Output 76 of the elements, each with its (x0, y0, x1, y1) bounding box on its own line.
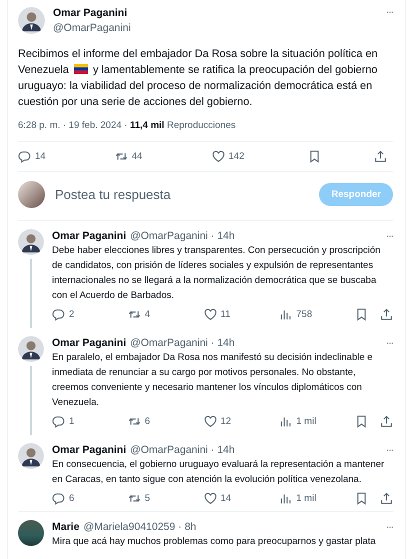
views-button[interactable]: 1 mil (279, 415, 355, 428)
flag-icon (74, 64, 88, 74)
bookmark-icon (355, 415, 368, 428)
bar-chart-icon (279, 308, 292, 321)
repost-arrows-icon (114, 150, 128, 163)
repost-arrows-icon (128, 492, 141, 505)
more-options-button[interactable]: ··· (386, 444, 393, 456)
reply-button[interactable]: 6 (52, 492, 128, 505)
share-button[interactable] (380, 492, 393, 505)
author-handle[interactable]: @OmarPaganini · 14h (130, 444, 235, 456)
like-button[interactable]: 12 (204, 415, 280, 428)
user-avatar-photo (18, 181, 45, 208)
repost-arrows-icon (128, 415, 141, 428)
bookmark-icon (355, 308, 368, 321)
bookmark-button[interactable] (308, 150, 322, 163)
reply-text: En paralelo, el embajador Da Rosa nos manifestó su decisión indeclinable e inmediata de renunciar a su cargo por motivos personales. No obstante, creemos conveniente y necesario mantener los vínculos diplomáticos con Venezuela. (52, 351, 374, 410)
views-button[interactable]: 1 mil (279, 492, 355, 505)
author-name[interactable]: Omar Paganini (52, 337, 126, 349)
bookmark-button[interactable] (355, 415, 368, 428)
author-name[interactable]: Omar Paganini (53, 7, 378, 19)
view-count: 11,4 mil (130, 120, 164, 131)
avatar-icon[interactable] (18, 7, 45, 34)
bookmark-button[interactable] (355, 308, 368, 321)
like-button[interactable]: 14 (204, 492, 280, 505)
reply-text: Mira que acá hay muchos problemas como para preocuparnos y gastar plata (52, 535, 377, 549)
bar-chart-icon (279, 492, 292, 505)
bookmark-button[interactable] (355, 492, 368, 505)
views-label: Reproducciones (166, 120, 236, 131)
author-name[interactable]: Omar Paganini (52, 230, 126, 242)
reply-text: En consecuencia, el gobierno uruguayo evaluará la representación a mantener en Caracas, en tanto sigue con atención la evolución política venezolana. (52, 458, 386, 487)
bar-chart-icon (279, 415, 292, 428)
bookmark-icon (355, 492, 368, 505)
repost-button[interactable]: 6 (128, 415, 204, 428)
avatar-icon[interactable] (18, 443, 44, 469)
repost-button[interactable]: 44 (114, 150, 159, 163)
share-button[interactable] (380, 415, 393, 428)
repost-button[interactable]: 5 (128, 492, 204, 505)
repost-arrows-icon (128, 308, 141, 321)
more-options-button[interactable]: ··· (386, 338, 393, 348)
post-text: Recibimos el informe del embajador Da Rosa sobre la situación política en Venezuela y lamentablemente se ratifica la preocupación del gobierno uruguayo: la viabilidad del proceso de normalización democrática está en cuestión por una serie de acciones del gobierno. (18, 47, 379, 110)
photo-placeholder[interactable] (18, 520, 44, 546)
bookmark-icon (308, 150, 322, 163)
reply-text: Debe haber elecciones libres y transparentes. Con persecución y proscripción de candidatos, con prisión de líderes sociales y expulsión de representantes internacionales no se llegará a la normalización democrática que se buscaba con el Acuerdo de Barbados. (52, 244, 382, 303)
share-icon (380, 415, 393, 428)
reply-button[interactable]: 2 (52, 308, 128, 321)
speech-bubble-icon (52, 308, 65, 321)
share-icon (374, 150, 387, 163)
share-button[interactable] (374, 150, 387, 163)
author-handle[interactable]: @Mariela90410259 · 8h (83, 521, 196, 533)
heart-icon (204, 308, 216, 321)
share-icon (380, 492, 393, 505)
avatar-icon[interactable] (18, 229, 44, 255)
like-button[interactable]: 142 (212, 150, 256, 163)
heart-icon (204, 415, 216, 428)
speech-bubble-icon (18, 150, 31, 163)
more-options-button[interactable]: ··· (386, 7, 393, 18)
like-button[interactable]: 11 (204, 308, 280, 321)
author-handle[interactable]: @OmarPaganini · 14h (130, 230, 235, 242)
repost-button[interactable]: 4 (128, 308, 204, 321)
avatar-icon[interactable] (18, 336, 44, 362)
more-options-button[interactable]: ··· (386, 522, 393, 532)
heart-icon (204, 492, 216, 505)
views-button[interactable]: 758 (279, 308, 355, 321)
heart-icon (212, 150, 224, 163)
reply-button[interactable]: 1 (52, 415, 128, 428)
more-options-button[interactable]: ··· (386, 230, 393, 242)
author-name[interactable]: Marie (52, 521, 80, 533)
reply-button[interactable]: 14 (18, 150, 62, 163)
author-handle[interactable]: @OmarPaganini (53, 22, 378, 34)
speech-bubble-icon (52, 415, 65, 428)
share-button[interactable] (380, 308, 393, 321)
post-timestamp[interactable]: 6:28 p. m. · 19 feb. 2024 · (18, 120, 130, 131)
author-name[interactable]: Omar Paganini (52, 444, 126, 456)
speech-bubble-icon (52, 492, 65, 505)
share-icon (380, 308, 393, 321)
author-handle[interactable]: @OmarPaganini · 14h (130, 337, 235, 349)
